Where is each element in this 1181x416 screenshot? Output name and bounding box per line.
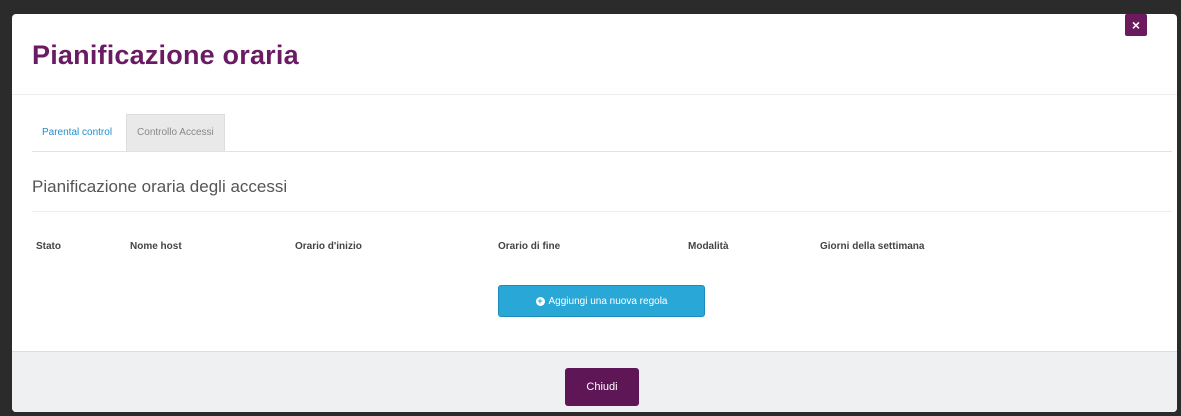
column-header-hostname: Nome host bbox=[130, 241, 182, 252]
add-rule-button[interactable]: + Aggiungi una nuova regola bbox=[498, 285, 705, 317]
section-divider bbox=[32, 211, 1172, 212]
scheduling-modal: Pianificazione oraria Parental control C… bbox=[12, 14, 1177, 412]
title-divider bbox=[12, 94, 1177, 95]
plus-circle-icon: + bbox=[535, 295, 545, 306]
close-icon[interactable]: × bbox=[1125, 14, 1147, 36]
close-button[interactable]: Chiudi bbox=[565, 368, 639, 406]
column-header-start-time: Orario d'inizio bbox=[295, 241, 362, 252]
column-header-status: Stato bbox=[36, 241, 61, 252]
tab-bar: Parental control Controllo Accessi bbox=[32, 114, 1172, 152]
add-rule-label: Aggiungi una nuova regola bbox=[548, 295, 668, 307]
modal-title: Pianificazione oraria bbox=[32, 40, 299, 70]
section-title: Pianificazione oraria degli accessi bbox=[32, 177, 288, 196]
tab-access-control[interactable]: Controllo Accessi bbox=[126, 114, 225, 151]
tab-parental-control[interactable]: Parental control bbox=[32, 115, 122, 151]
column-header-mode: Modalità bbox=[688, 241, 729, 252]
table-header: Stato Nome host Orario d'inizio Orario d… bbox=[12, 241, 1177, 261]
column-header-end-time: Orario di fine bbox=[498, 241, 561, 252]
column-header-weekdays: Giorni della settimana bbox=[820, 241, 925, 252]
